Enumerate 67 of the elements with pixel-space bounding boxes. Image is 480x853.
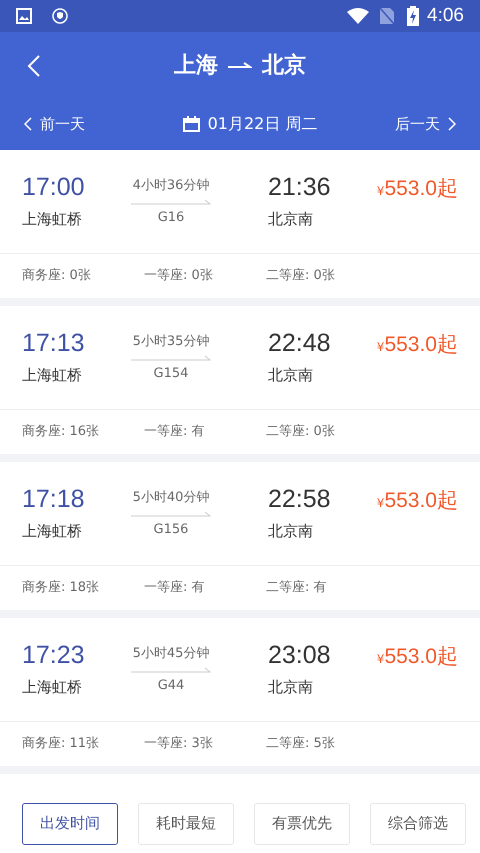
train-number: G156 <box>154 520 188 538</box>
seat-availability: 一等座: 有 <box>144 579 206 598</box>
duration: 4小时36分钟 <box>132 177 210 195</box>
arrival-time: 22:58 <box>268 484 332 514</box>
image-icon <box>16 8 32 24</box>
duration: 5小时45分钟 <box>132 645 210 663</box>
train-card[interactable]: 17:18 上海虹桥 5小时40分钟 G156 22:58 北京南 ¥553.0起 商务座: 18张 一等座: 有 二等座: 有 <box>0 462 480 610</box>
train-number: G154 <box>154 364 188 382</box>
previous-day-button[interactable]: 前一天 <box>24 112 85 136</box>
train-card[interactable]: 17:13 上海虹桥 5小时35分钟 G154 22:48 北京南 ¥553.0起 商务座: 16张 一等座: 有 二等座: 0张 <box>0 306 480 454</box>
currency-symbol: ¥ <box>376 494 384 512</box>
sort-button[interactable]: 有票优先 <box>254 802 350 844</box>
seat-availability: 商务座: 18张 <box>22 579 100 598</box>
price: 553.0起 <box>384 488 458 514</box>
price: 553.0起 <box>384 332 458 358</box>
seat-availability: 一等座: 3张 <box>144 735 214 754</box>
departure-station: 上海虹桥 <box>22 209 83 230</box>
arrival-station: 北京南 <box>268 521 314 542</box>
price: 553.0起 <box>384 644 458 670</box>
arrival-station: 北京南 <box>268 677 314 698</box>
date-selector[interactable]: 01月22日 周二 <box>208 112 318 136</box>
shield-icon <box>52 8 68 24</box>
seat-availability: 二等座: 5张 <box>266 735 336 754</box>
train-card[interactable]: 17:23 上海虹桥 5小时45分钟 G44 23:08 北京南 ¥553.0起 商务座: 11张 一等座: 3张 二等座: 5张 <box>0 618 480 766</box>
departure-time: 17:18 <box>22 484 86 514</box>
currency-symbol: ¥ <box>376 182 384 200</box>
train-number: G16 <box>158 208 184 226</box>
seat-availability: 一等座: 有 <box>144 423 206 442</box>
departure-time: 17:00 <box>22 172 86 202</box>
arrival-station: 北京南 <box>268 209 314 230</box>
battery-icon <box>407 6 420 26</box>
sort-button[interactable]: 综合筛选 <box>370 802 466 844</box>
train-number: G44 <box>158 676 184 694</box>
seat-availability: 一等座: 0张 <box>144 267 214 286</box>
clock: 4:06 <box>427 4 464 28</box>
departure-station: 上海虹桥 <box>22 365 83 386</box>
arrival-time: 22:48 <box>268 328 332 358</box>
back-icon <box>27 54 41 78</box>
seat-availability: 二等座: 0张 <box>266 423 336 442</box>
duration: 5小时35分钟 <box>132 333 210 351</box>
destination-city: 北京 <box>262 52 306 80</box>
departure-time: 17:13 <box>22 328 86 358</box>
arrival-time: 21:36 <box>268 172 332 202</box>
seat-availability: 商务座: 0张 <box>22 267 92 286</box>
departure-station: 上海虹桥 <box>22 677 83 698</box>
wifi-icon <box>347 8 370 24</box>
seat-availability: 二等座: 0张 <box>266 267 336 286</box>
calendar-icon <box>182 116 200 132</box>
sort-button[interactable]: 耗时最短 <box>138 802 234 844</box>
seat-availability: 商务座: 11张 <box>22 735 100 754</box>
currency-symbol: ¥ <box>376 650 384 668</box>
duration: 5小时40分钟 <box>132 489 210 507</box>
train-card[interactable]: 17:00 上海虹桥 4小时36分钟 G16 21:36 北京南 ¥553.0起 商务座: 0张 一等座: 0张 二等座: 0张 <box>0 150 480 298</box>
departure-time: 17:23 <box>22 640 86 670</box>
chevron-left-icon <box>24 117 32 131</box>
arrival-time: 23:08 <box>268 640 332 670</box>
seat-availability: 商务座: 16张 <box>22 423 100 442</box>
price: 553.0起 <box>384 176 458 202</box>
currency-symbol: ¥ <box>376 338 384 356</box>
departure-station: 上海虹桥 <box>22 521 83 542</box>
no-sim-icon <box>379 7 396 25</box>
sort-button[interactable]: 出发时间 <box>22 802 118 844</box>
arrival-station: 北京南 <box>268 365 314 386</box>
chevron-right-icon <box>448 117 456 131</box>
origin-city: 上海 <box>174 52 218 80</box>
seat-availability: 二等座: 有 <box>266 579 328 598</box>
next-day-button[interactable]: 后一天 <box>395 112 456 136</box>
